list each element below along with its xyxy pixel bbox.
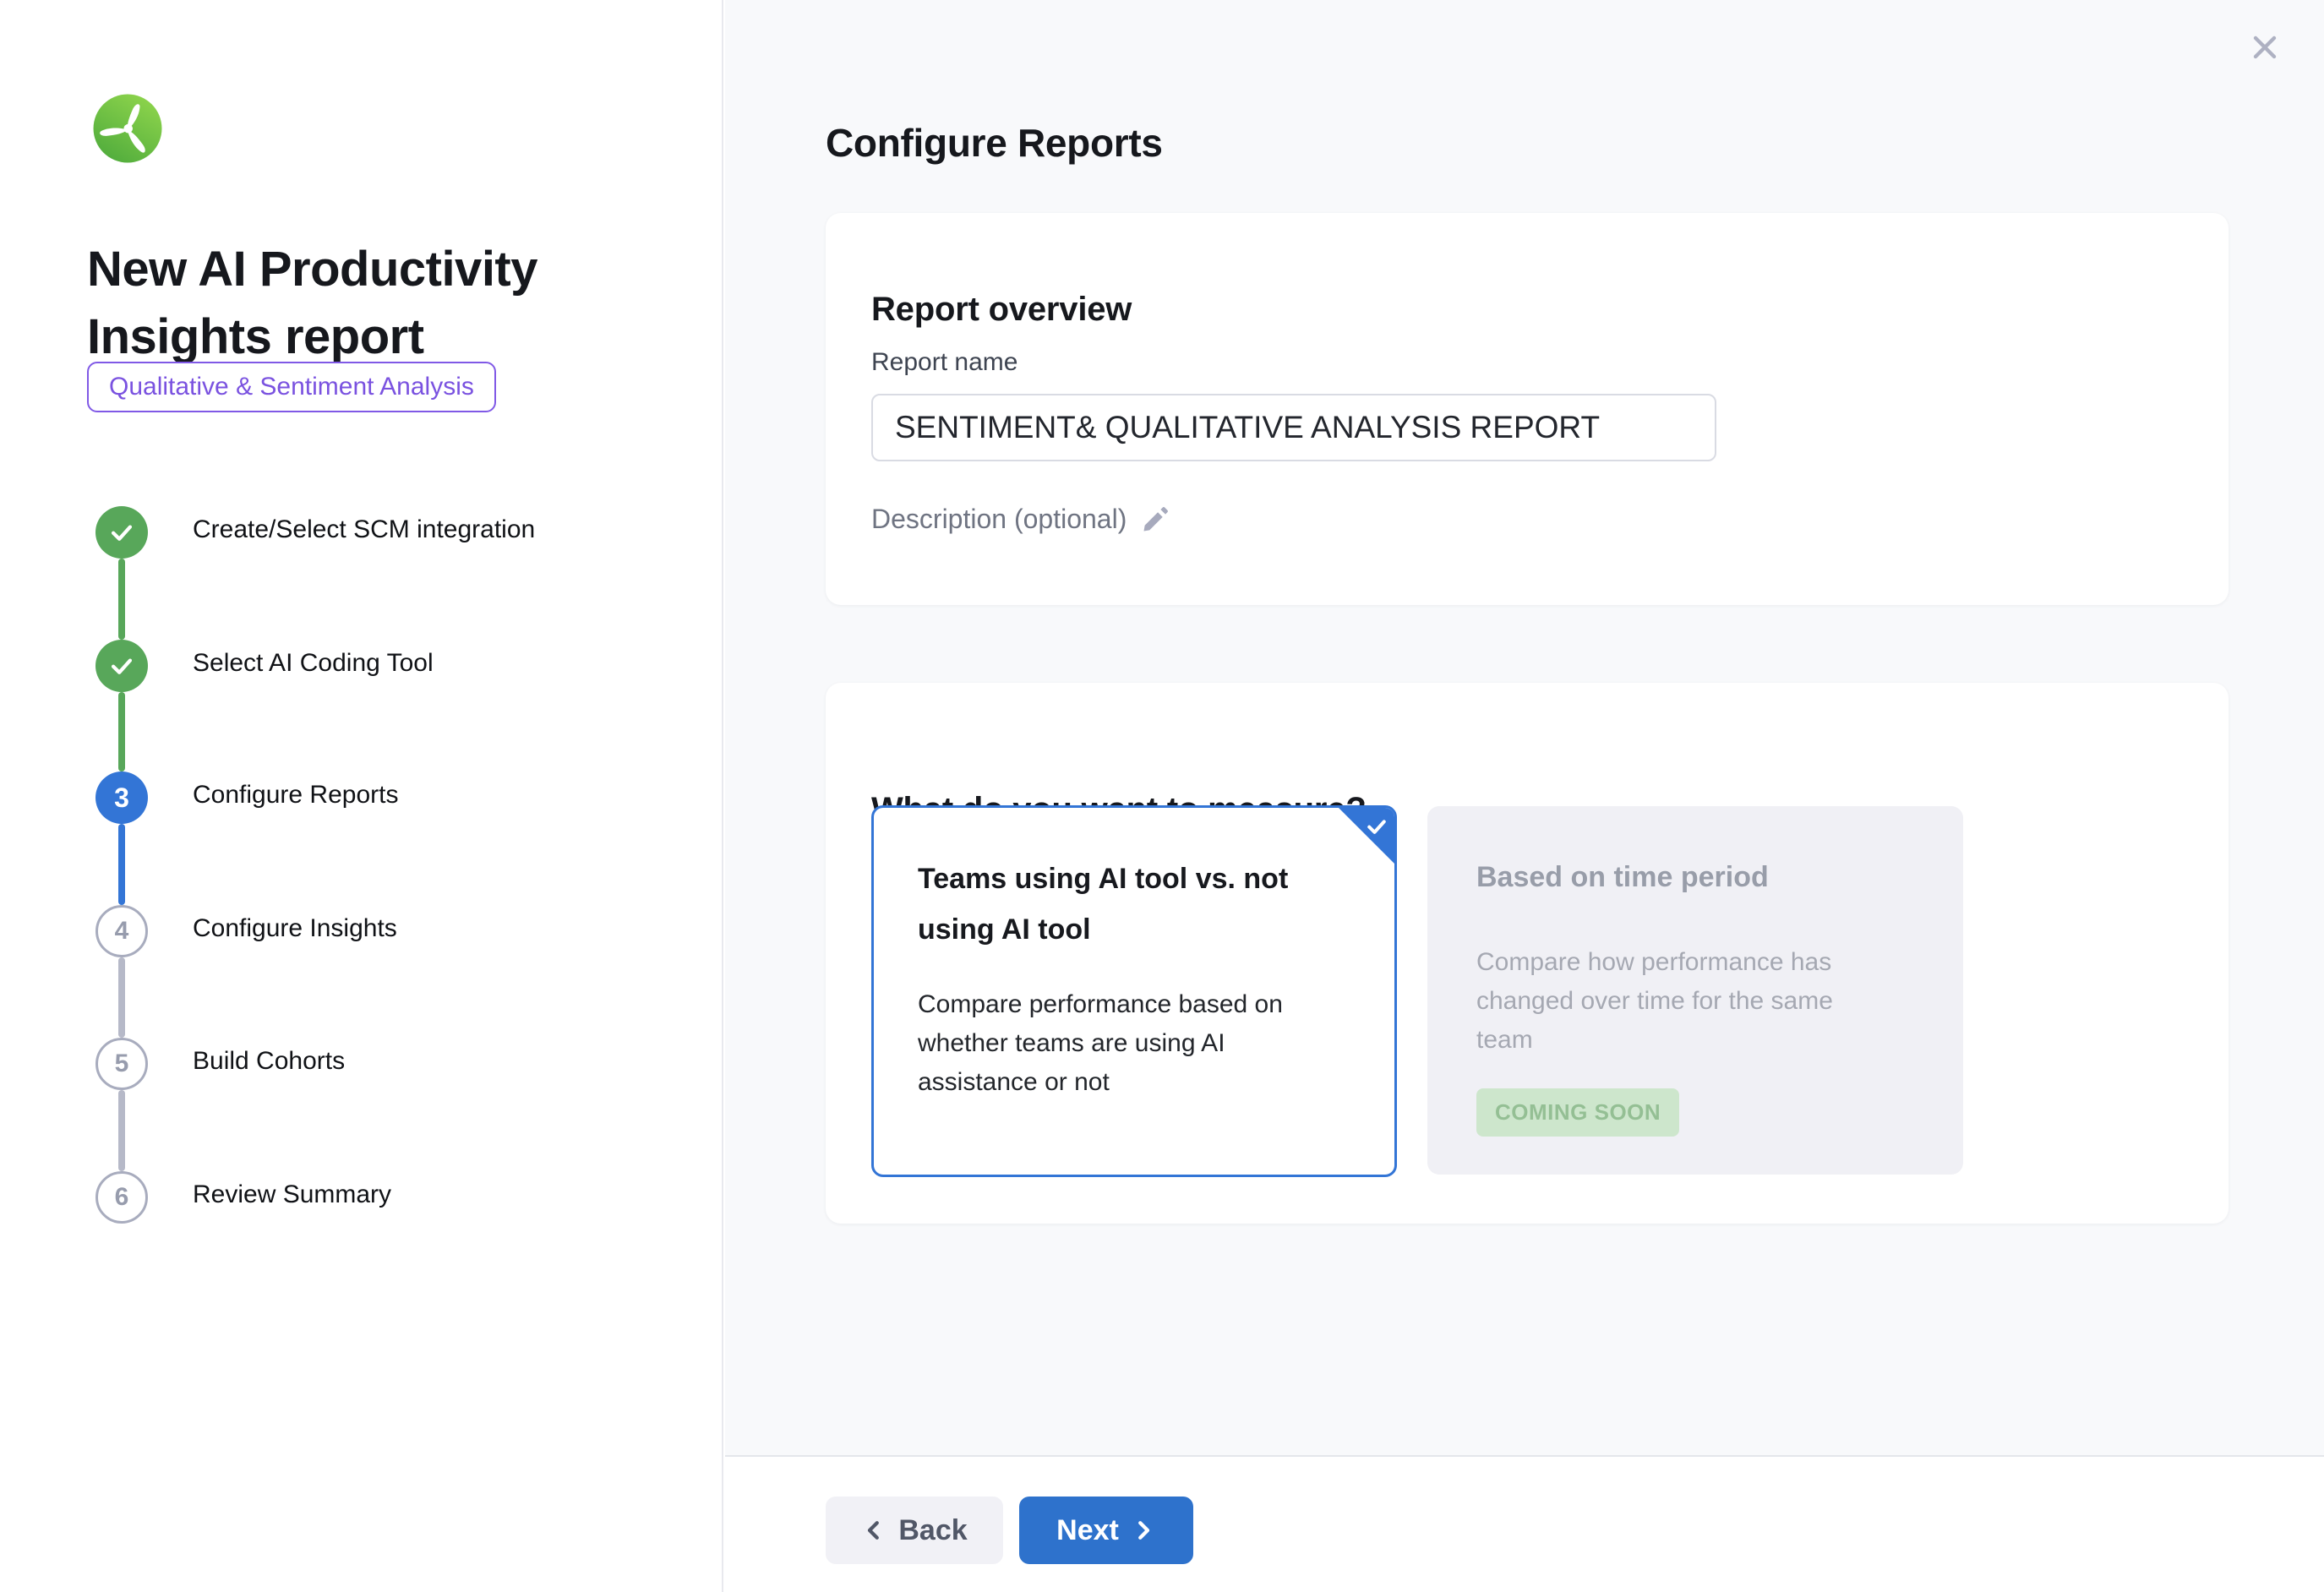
- stepper-connector: [118, 824, 125, 905]
- option-title: Based on time period: [1476, 852, 1899, 902]
- step-number: 5: [95, 1038, 148, 1090]
- wizard-stepper: Create/Select SCM integration Select AI …: [0, 0, 723, 1268]
- report-overview-heading: Report overview: [871, 291, 1132, 329]
- close-icon[interactable]: [2246, 29, 2283, 66]
- report-name-input[interactable]: [871, 394, 1716, 461]
- step-label: Configure Insights: [193, 914, 397, 943]
- option-description: Compare how performance has changed over…: [1476, 943, 1882, 1060]
- step-label: Create/Select SCM integration: [193, 515, 535, 544]
- step-number: 4: [95, 905, 148, 957]
- step-label: Build Cohorts: [193, 1047, 345, 1076]
- back-button[interactable]: Back: [826, 1497, 1003, 1564]
- report-name-label: Report name: [871, 348, 1017, 377]
- stepper-connector: [118, 957, 125, 1038]
- back-button-label: Back: [898, 1514, 967, 1547]
- step-number-text: 6: [115, 1183, 129, 1212]
- option-time-period: Based on time period Compare how perform…: [1427, 806, 1963, 1175]
- stepper-connector: [118, 1090, 125, 1171]
- step-done-icon: [95, 640, 148, 692]
- next-button[interactable]: Next: [1019, 1497, 1193, 1564]
- configure-reports-panel: Configure Reports Report overview Report…: [725, 0, 2324, 1455]
- pencil-icon: [1140, 504, 1170, 535]
- step-done-icon: [95, 506, 148, 559]
- step-number: 6: [95, 1171, 148, 1224]
- description-edit[interactable]: Description (optional): [871, 504, 1170, 535]
- report-overview-card: Report overview Report name Description …: [826, 213, 2229, 605]
- chevron-left-icon: [861, 1518, 887, 1543]
- measure-card: What do you want to measure? Teams using…: [826, 683, 2229, 1224]
- coming-soon-badge: COMING SOON: [1476, 1088, 1679, 1137]
- page-title: Configure Reports: [826, 120, 1163, 166]
- wizard-footer: Back Next: [725, 1455, 2324, 1592]
- step-number-text: 4: [115, 917, 129, 946]
- option-description: Compare performance based on whether tea…: [918, 985, 1315, 1102]
- chevron-right-icon: [1131, 1518, 1156, 1543]
- step-label: Configure Reports: [193, 781, 398, 810]
- wizard-sidebar: New AI Productivity Insights report Qual…: [0, 0, 723, 1592]
- option-title: Teams using AI tool vs. not using AI too…: [918, 853, 1323, 955]
- step-label: Select AI Coding Tool: [193, 649, 434, 678]
- wizard-page: New AI Productivity Insights report Qual…: [0, 0, 2324, 1592]
- next-button-label: Next: [1056, 1514, 1119, 1547]
- step-number-text: 5: [115, 1050, 129, 1078]
- option-teams-vs-not[interactable]: Teams using AI tool vs. not using AI too…: [871, 805, 1397, 1177]
- stepper-connector: [118, 559, 125, 640]
- step-label: Review Summary: [193, 1180, 391, 1209]
- step-number: 3: [95, 771, 148, 824]
- stepper-connector: [118, 692, 125, 771]
- step-number-text: 3: [114, 782, 129, 814]
- description-label: Description (optional): [871, 504, 1127, 535]
- check-icon: [1364, 814, 1389, 839]
